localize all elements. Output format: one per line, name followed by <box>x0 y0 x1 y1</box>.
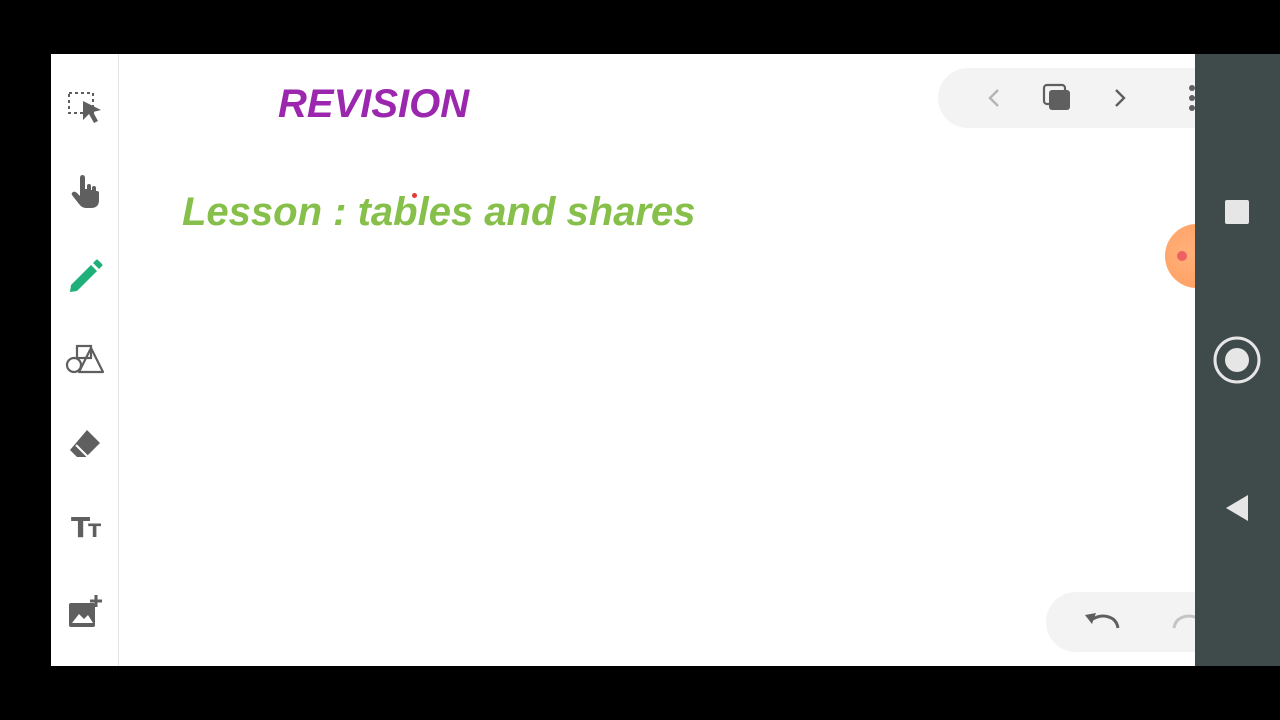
lesson-heading: Lesson : tables and shares <box>182 190 696 234</box>
previous-page-button[interactable] <box>975 78 1015 118</box>
text-icon-big: T <box>70 511 90 544</box>
tool-palette: TT <box>51 54 119 666</box>
page-navigation <box>938 68 1195 128</box>
more-options-button[interactable] <box>1172 78 1195 118</box>
insert-image-button[interactable] <box>65 592 105 632</box>
more-vertical-icon <box>1189 85 1195 111</box>
pen-icon <box>70 259 103 292</box>
back-button[interactable] <box>1213 484 1261 532</box>
whiteboard-app: TT REVISION Lesson : tables and shares <box>51 54 1195 666</box>
add-image-icon <box>69 595 102 627</box>
text-tool-button[interactable]: TT <box>65 508 105 548</box>
pen-tool-button[interactable] <box>65 256 105 296</box>
shapes-tool-button[interactable] <box>65 340 105 380</box>
home-button[interactable] <box>1213 336 1261 384</box>
text-icon-small: T <box>88 520 101 542</box>
pages-button[interactable] <box>1037 78 1077 118</box>
eraser-icon <box>70 430 100 458</box>
system-navigation-bar <box>1195 54 1280 666</box>
hand-tool-button[interactable] <box>65 172 105 212</box>
undo-redo-controls <box>1046 592 1195 652</box>
chevron-right-icon <box>1115 89 1126 107</box>
select-icon <box>68 92 101 123</box>
pages-icon <box>1042 83 1070 110</box>
redo-icon <box>1172 614 1195 629</box>
recents-square-icon <box>1225 200 1249 224</box>
home-circle-icon <box>1213 336 1261 384</box>
shapes-icon <box>65 344 105 374</box>
record-dot <box>1177 251 1187 261</box>
chevron-left-icon <box>988 89 999 107</box>
hand-icon <box>71 175 99 208</box>
eraser-tool-button[interactable] <box>65 424 105 464</box>
undo-icon <box>1085 613 1120 629</box>
undo-button[interactable] <box>1082 602 1122 642</box>
text-icon: TT <box>70 511 101 544</box>
back-triangle-icon <box>1226 495 1248 521</box>
select-tool-button[interactable] <box>65 88 105 128</box>
redo-button[interactable] <box>1170 602 1195 642</box>
ink-dot <box>412 193 417 198</box>
recents-button[interactable] <box>1213 188 1261 236</box>
next-page-button[interactable] <box>1099 78 1139 118</box>
drawing-canvas[interactable]: REVISION Lesson : tables and shares <box>120 54 1195 666</box>
revision-heading: REVISION <box>278 82 470 126</box>
